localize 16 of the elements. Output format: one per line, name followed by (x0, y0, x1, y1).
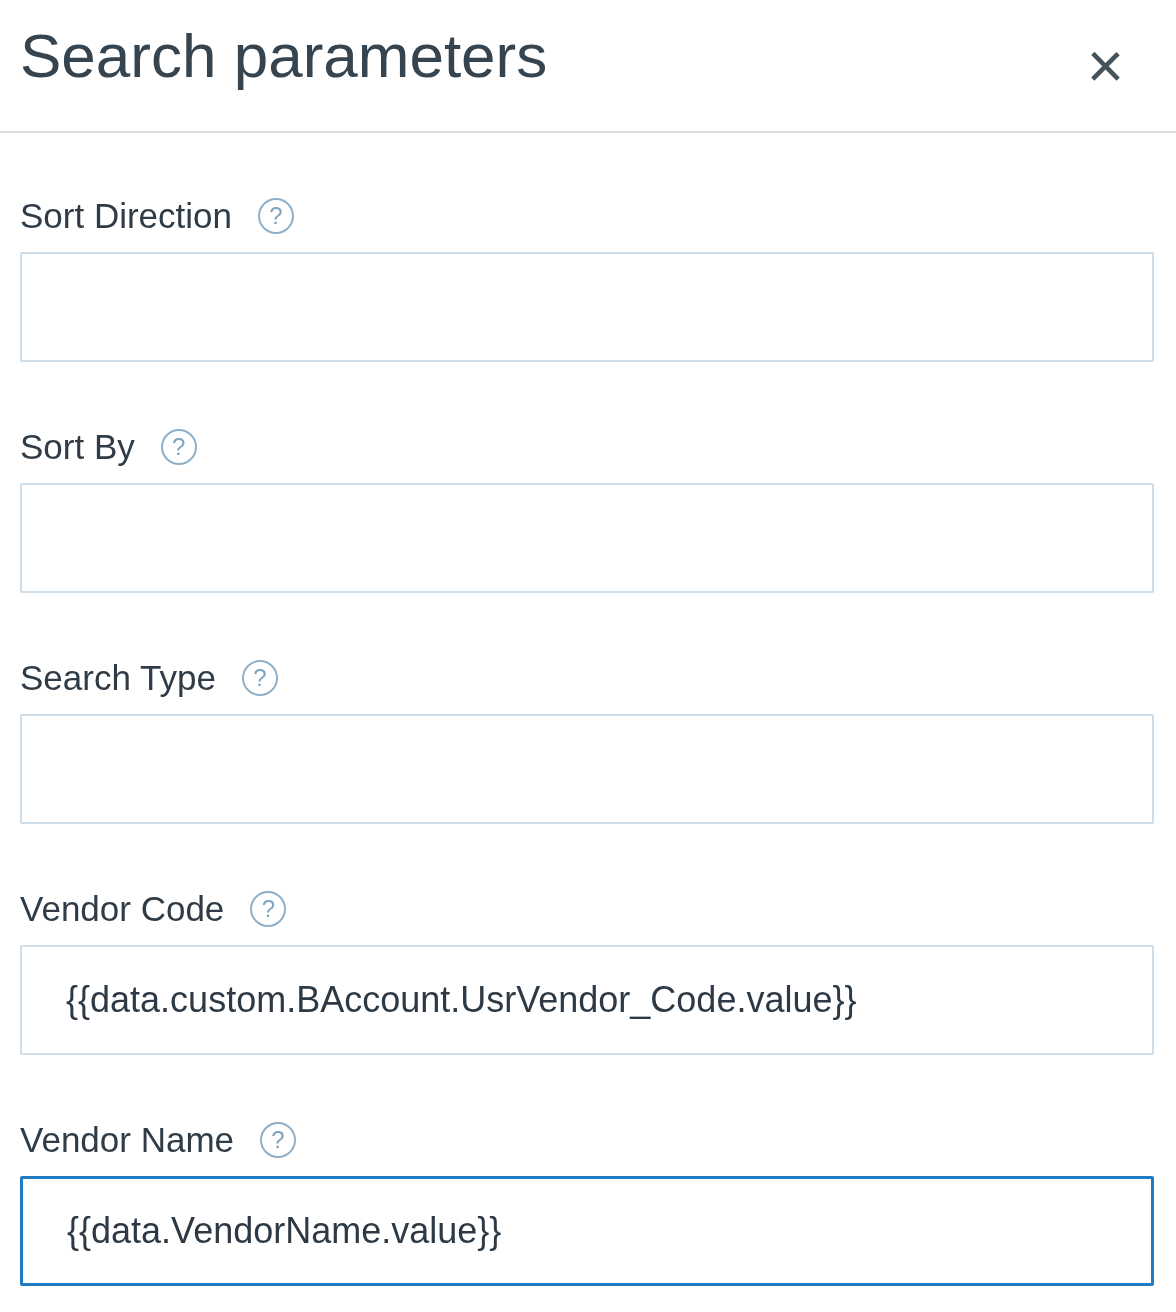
field-label: Vendor Code (20, 889, 225, 929)
input-field[interactable] (20, 483, 1154, 593)
help-icon[interactable]: ? (160, 429, 197, 465)
help-icon[interactable]: ? (258, 198, 295, 234)
help-icon[interactable]: ? (241, 660, 278, 696)
field-label: Sort By (20, 427, 135, 467)
help-icon[interactable]: ? (250, 891, 287, 927)
help-icon[interactable]: ? (260, 1122, 297, 1158)
field-label: Search Type (20, 658, 216, 698)
input-field[interactable] (20, 714, 1154, 824)
close-button[interactable]: × (1074, 33, 1136, 98)
input-field[interactable]: {{data.custom.BAccount.UsrVendor_Code.value}} (20, 945, 1154, 1055)
input-field[interactable]: {{data.VendorName.value}} (20, 1176, 1154, 1286)
field-label: Vendor Name (20, 1120, 235, 1160)
input-field[interactable] (20, 252, 1154, 362)
field-label: Sort Direction (20, 196, 233, 236)
